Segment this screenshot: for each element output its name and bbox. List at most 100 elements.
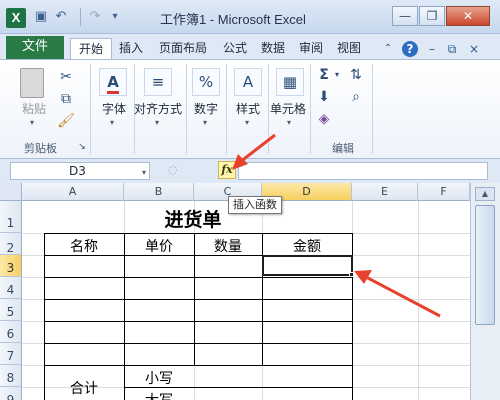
scroll-up-arrow-icon[interactable]: ▲ bbox=[475, 187, 495, 201]
tab-page-layout[interactable]: 页面布局 bbox=[150, 38, 216, 60]
alignment-button-label[interactable]: 对齐方式 bbox=[134, 100, 182, 117]
window-title: 工作簿1 - Microsoft Excel bbox=[160, 12, 306, 27]
name-box[interactable]: D3 bbox=[10, 162, 150, 180]
uppercase-label-cell[interactable]: 大写 bbox=[124, 390, 194, 400]
title-bar: X ▣ ↶ ↷ ▾ 工作簿1 - Microsoft Excel — ❐ ✕ bbox=[0, 0, 500, 34]
row-header-7[interactable]: 7 bbox=[0, 343, 22, 365]
group-separator bbox=[268, 64, 269, 154]
find-select-icon[interactable]: ⌕ bbox=[346, 86, 366, 108]
autosum-icon[interactable]: Σ bbox=[316, 64, 332, 86]
fill-icon[interactable]: ⬇ bbox=[316, 86, 332, 108]
tab-file[interactable]: 文件 bbox=[6, 36, 64, 60]
alignment-dropdown-icon[interactable]: ▾ bbox=[155, 118, 159, 127]
help-icon[interactable]: ? bbox=[402, 41, 418, 57]
active-cell-d3[interactable] bbox=[262, 255, 353, 276]
ribbon-tabs: 文件 开始 插入 页面布局 公式 数据 审阅 视图 ⌃ ? – ⧉ × bbox=[0, 34, 500, 60]
cells-button-label[interactable]: 单元格 bbox=[270, 100, 306, 117]
customize-toolbar-icon[interactable]: ▾ bbox=[106, 9, 124, 25]
tab-view[interactable]: 视图 bbox=[332, 38, 366, 60]
styles-button-label[interactable]: 样式 bbox=[236, 100, 260, 117]
redo-icon[interactable]: ↷ bbox=[86, 9, 104, 25]
total-label-cell[interactable]: 合计 bbox=[44, 378, 124, 398]
excel-app-icon[interactable]: X bbox=[6, 8, 26, 28]
cut-icon[interactable]: ✂ bbox=[56, 66, 76, 88]
vertical-scrollbar[interactable]: ▲ bbox=[470, 183, 500, 400]
row-header-8[interactable]: 8 bbox=[0, 365, 22, 387]
table-border bbox=[44, 233, 352, 234]
worksheet[interactable]: A B C D E F 1 2 3 4 5 6 7 8 9 进货单 名称 单价 … bbox=[0, 183, 470, 400]
font-dropdown-icon[interactable]: ▾ bbox=[110, 118, 114, 127]
minimize-ribbon-icon[interactable]: ⌃ bbox=[380, 41, 396, 57]
tab-review[interactable]: 审阅 bbox=[294, 38, 328, 60]
row-header-6[interactable]: 6 bbox=[0, 321, 22, 343]
tab-data[interactable]: 数据 bbox=[256, 38, 290, 60]
alignment-icon[interactable]: ≡ bbox=[144, 68, 172, 96]
window-restore-icon[interactable]: ⧉ bbox=[444, 41, 460, 57]
number-format-icon[interactable]: % bbox=[192, 68, 220, 96]
formula-input[interactable] bbox=[238, 162, 488, 180]
tab-home[interactable]: 开始 bbox=[70, 38, 112, 60]
table-border bbox=[44, 343, 352, 344]
ribbon: 粘贴 ▾ ✂ ⧉ 🖌 剪贴板 ↘ A 字体 ▾ ≡ 对齐方式 ▾ % 数字 ▾ … bbox=[0, 59, 500, 159]
clear-icon[interactable]: ◈ bbox=[316, 108, 332, 130]
group-separator bbox=[310, 64, 311, 154]
table-border bbox=[44, 277, 352, 278]
column-header-b[interactable]: B bbox=[124, 183, 194, 201]
group-separator bbox=[226, 64, 227, 154]
table-border bbox=[44, 299, 352, 300]
close-button[interactable]: ✕ bbox=[446, 6, 490, 26]
font-button-label[interactable]: 字体 bbox=[102, 100, 126, 117]
tab-formulas[interactable]: 公式 bbox=[218, 38, 252, 60]
header-name-cell[interactable]: 名称 bbox=[44, 236, 124, 256]
paste-dropdown-icon[interactable]: ▾ bbox=[30, 118, 34, 127]
copy-icon[interactable]: ⧉ bbox=[56, 88, 76, 110]
header-amount-cell[interactable]: 金额 bbox=[262, 236, 352, 256]
formula-bar-splitter-icon[interactable]: ◌ bbox=[168, 163, 180, 177]
autosum-dropdown-icon[interactable]: ▾ bbox=[332, 64, 342, 86]
name-box-dropdown-icon[interactable]: ▾ bbox=[142, 168, 146, 177]
editing-group-label: 编辑 bbox=[332, 142, 354, 155]
styles-dropdown-icon[interactable]: ▾ bbox=[245, 118, 249, 127]
row-header-1[interactable]: 1 bbox=[0, 201, 22, 233]
tab-insert[interactable]: 插入 bbox=[114, 38, 148, 60]
fill-handle[interactable] bbox=[349, 272, 354, 277]
save-icon[interactable]: ▣ bbox=[32, 9, 50, 25]
column-header-e[interactable]: E bbox=[352, 183, 418, 201]
table-border bbox=[44, 365, 352, 366]
row-header-4[interactable]: 4 bbox=[0, 277, 22, 299]
lowercase-label-cell[interactable]: 小写 bbox=[124, 368, 194, 388]
column-header-a[interactable]: A bbox=[22, 183, 124, 201]
insert-function-button[interactable]: fx bbox=[218, 161, 236, 179]
toolbar-separator bbox=[80, 8, 81, 26]
select-all-corner[interactable] bbox=[0, 183, 22, 201]
styles-icon[interactable]: A bbox=[234, 68, 262, 96]
header-quantity-cell[interactable]: 数量 bbox=[194, 236, 262, 256]
row-header-5[interactable]: 5 bbox=[0, 299, 22, 321]
cells-dropdown-icon[interactable]: ▾ bbox=[287, 118, 291, 127]
paste-label[interactable]: 粘贴 bbox=[22, 100, 46, 117]
font-icon[interactable]: A bbox=[99, 68, 127, 96]
row-header-9[interactable]: 9 bbox=[0, 387, 22, 400]
cells-icon[interactable]: ▦ bbox=[276, 68, 304, 96]
number-button-label[interactable]: 数字 bbox=[194, 100, 218, 117]
header-price-cell[interactable]: 单价 bbox=[124, 236, 194, 256]
clipboard-launcher-icon[interactable]: ↘ bbox=[76, 136, 88, 158]
group-separator bbox=[90, 64, 91, 154]
window-minimize-icon[interactable]: – bbox=[424, 41, 440, 57]
restore-button[interactable]: ❐ bbox=[419, 6, 445, 26]
sort-filter-icon[interactable]: ⇅ bbox=[346, 64, 366, 86]
number-dropdown-icon[interactable]: ▾ bbox=[203, 118, 207, 127]
minimize-button[interactable]: — bbox=[392, 6, 418, 26]
undo-icon[interactable]: ↶ bbox=[52, 9, 70, 25]
row-header-2[interactable]: 2 bbox=[0, 233, 22, 255]
gridline bbox=[418, 201, 419, 400]
row-header-3[interactable]: 3 bbox=[0, 255, 22, 277]
insert-function-tooltip: 插入函数 bbox=[228, 196, 282, 214]
scroll-thumb[interactable] bbox=[475, 205, 495, 325]
format-painter-icon[interactable]: 🖌 bbox=[56, 110, 76, 132]
window-close-icon[interactable]: × bbox=[466, 41, 482, 57]
paste-icon[interactable] bbox=[20, 68, 44, 98]
group-separator bbox=[186, 64, 187, 154]
column-header-f[interactable]: F bbox=[418, 183, 470, 201]
table-border bbox=[44, 233, 45, 400]
